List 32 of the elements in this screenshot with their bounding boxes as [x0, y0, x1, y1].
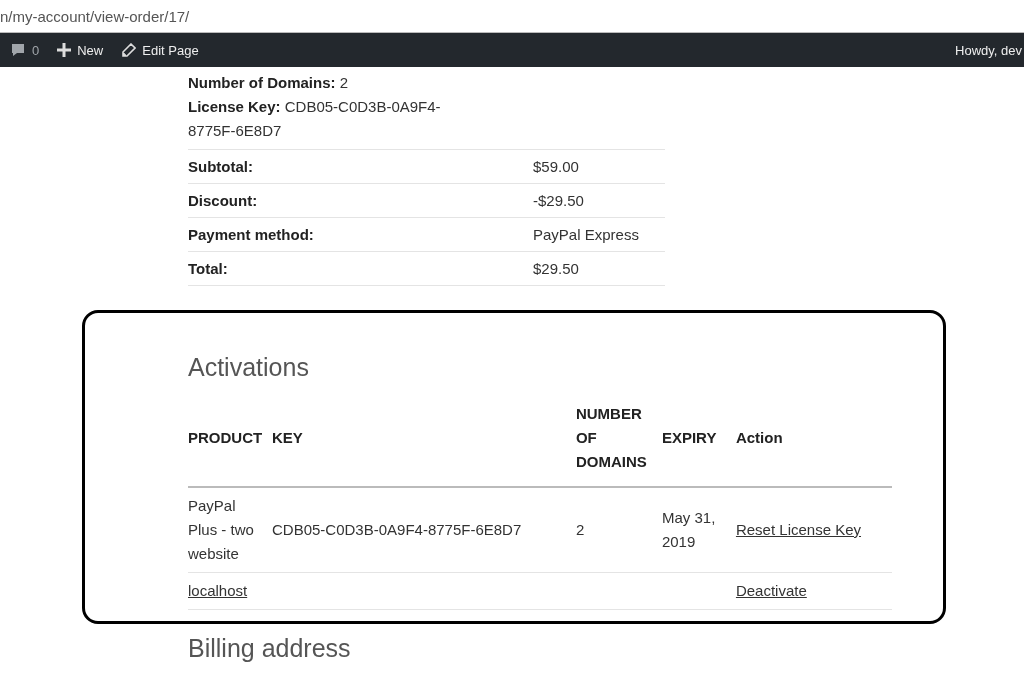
column-header: Action — [735, 402, 892, 487]
reset-key-link[interactable]: Reset License Key — [735, 521, 861, 538]
total-label: Discount: — [188, 183, 533, 218]
new-link[interactable]: New — [57, 42, 104, 58]
pencil-icon — [121, 42, 137, 58]
key-cell: CDB05-C0D3B-0A9F4-8775F-6E8D7 — [272, 487, 576, 573]
deactivate-link[interactable]: Deactivate — [735, 582, 807, 599]
url-text[interactable]: n/my-account/view-order/17/ — [0, 7, 190, 25]
account-greeting[interactable]: Howdy, dev — [955, 42, 1022, 58]
column-header: NUMBER OF DOMAINS — [575, 402, 662, 487]
product-cell: PayPal Plus - two website — [188, 487, 272, 573]
plus-icon — [57, 43, 72, 57]
section-heading: Billing address — [188, 634, 352, 663]
total-label: Subtotal: — [188, 149, 533, 184]
domains-cell: 2 — [575, 487, 662, 573]
section-heading: Activations — [188, 353, 310, 382]
edit-page-link[interactable]: Edit Page — [121, 42, 199, 58]
total-value: $29.50 — [533, 251, 665, 286]
total-value: -$29.50 — [533, 183, 665, 218]
total-value: PayPal Express — [533, 217, 665, 252]
comment-icon — [10, 42, 26, 58]
item-meta-line: Number of Domains: 2 — [188, 73, 350, 93]
total-label: Total: — [188, 251, 533, 286]
total-value: $59.00 — [533, 149, 665, 184]
column-header: KEY — [272, 402, 576, 487]
comments-link[interactable]: 0 — [10, 42, 40, 58]
domain-link[interactable]: localhost — [188, 582, 248, 599]
column-header: EXPIRY — [661, 402, 736, 487]
expiry-cell: May 31, 2019 — [661, 487, 736, 573]
item-meta-line: License Key: CDB05-C0D3B-0A9F4-8775F-6E8D7 — [188, 97, 442, 141]
column-header: PRODUCT — [188, 402, 272, 487]
total-label: Payment method: — [188, 217, 533, 252]
